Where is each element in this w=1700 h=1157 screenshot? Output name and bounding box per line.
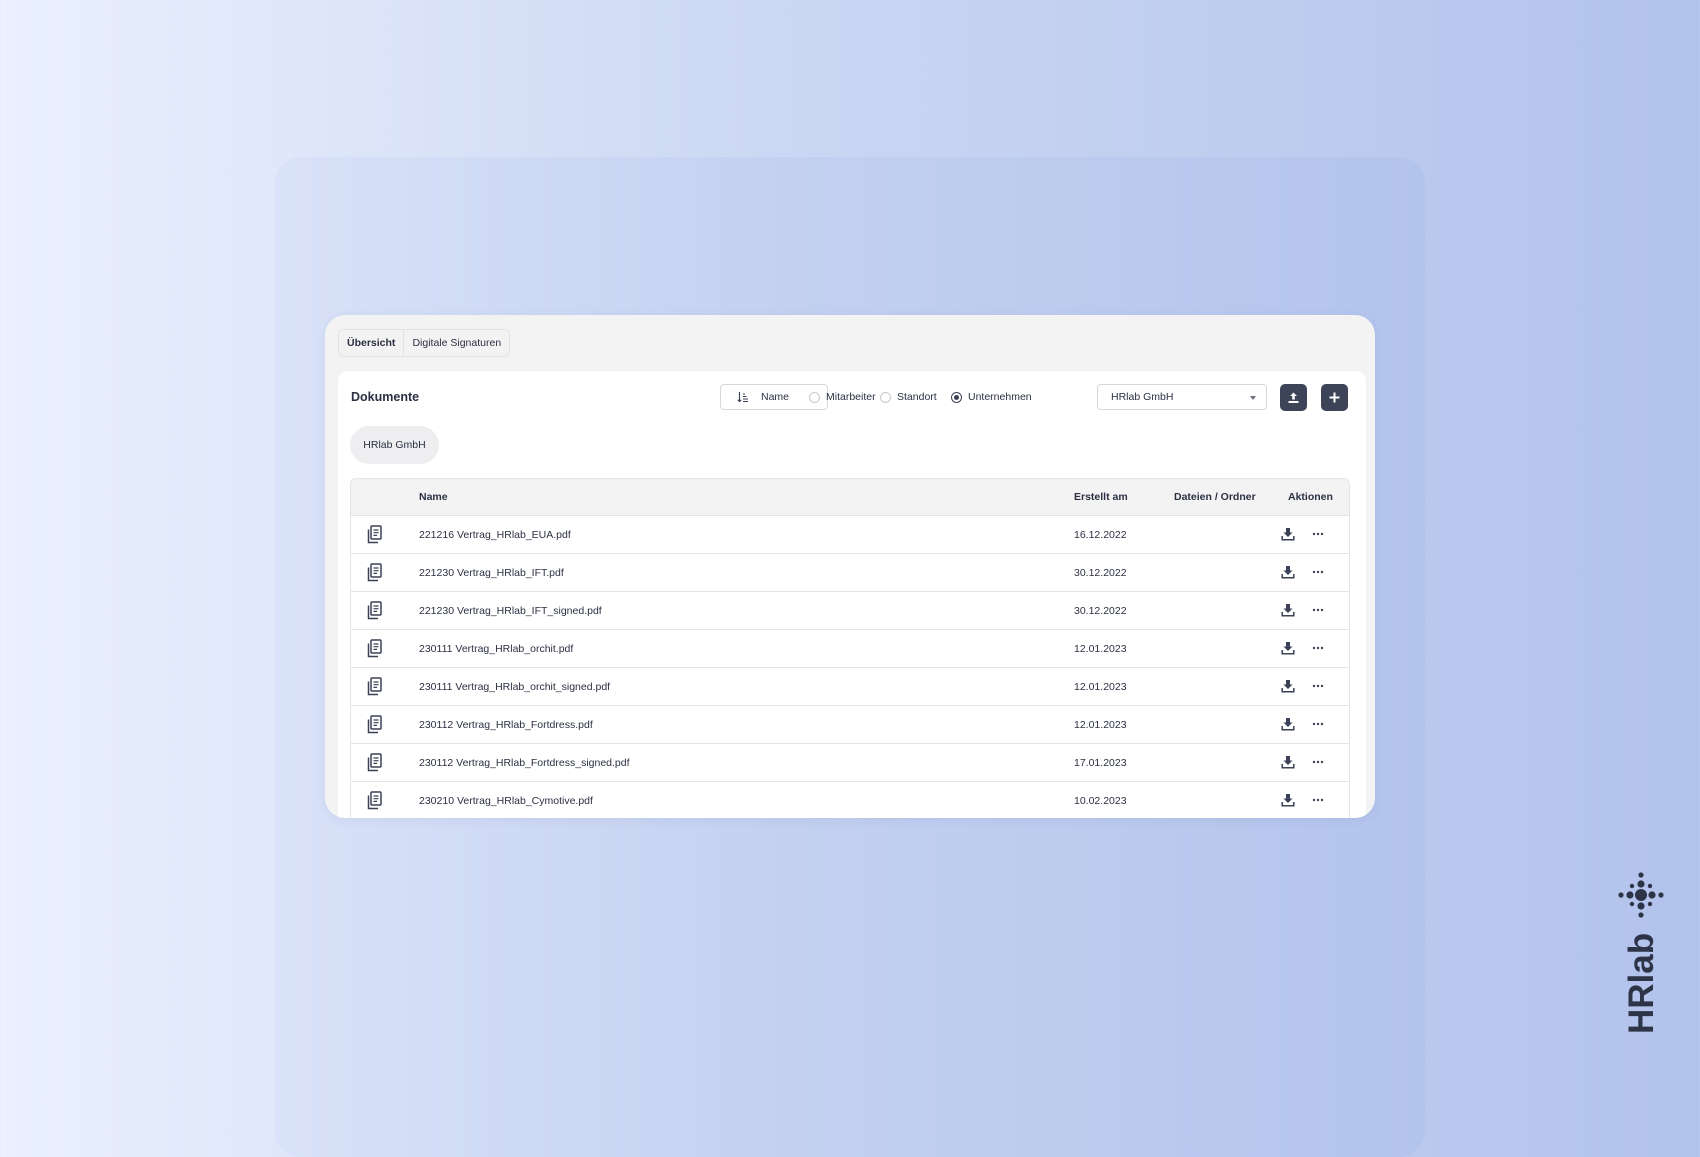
- document-name[interactable]: 230112 Vertrag_HRlab_Fortdress.pdf: [419, 719, 593, 731]
- table-row[interactable]: 221216 Vertrag_HRlab_EUA.pdf 16.12.2022: [351, 516, 1349, 554]
- upload-icon: [1288, 392, 1299, 403]
- document-icon: [367, 601, 382, 620]
- sort-ascending-icon: [737, 392, 748, 403]
- radio-label: Unternehmen: [968, 391, 1032, 403]
- hrlab-logo-text: HRlab: [1622, 933, 1661, 1034]
- radio-circle: [809, 391, 820, 403]
- download-icon[interactable]: [1281, 755, 1295, 769]
- document-date: 30.12.2022: [1074, 605, 1127, 617]
- document-icon: [367, 563, 382, 582]
- radio-unternehmen[interactable]: Unternehmen: [951, 390, 1032, 404]
- document-date: 12.01.2023: [1074, 643, 1127, 655]
- table-row[interactable]: 221230 Vertrag_HRlab_IFT.pdf 30.12.2022: [351, 554, 1349, 592]
- table-header: Name Erstellt am Dateien / Ordner Aktion…: [351, 479, 1349, 516]
- document-icon: [367, 791, 382, 810]
- download-icon[interactable]: [1281, 717, 1295, 731]
- document-name[interactable]: 221216 Vertrag_HRlab_EUA.pdf: [419, 529, 571, 541]
- radio-mitarbeiter[interactable]: Mitarbeiter: [809, 390, 876, 404]
- download-icon[interactable]: [1281, 679, 1295, 693]
- document-date: 16.12.2022: [1074, 529, 1127, 541]
- table-row[interactable]: 221230 Vertrag_HRlab_IFT_signed.pdf 30.1…: [351, 592, 1349, 630]
- upload-button[interactable]: [1280, 384, 1307, 411]
- document-name[interactable]: 230112 Vertrag_HRlab_Fortdress_signed.pd…: [419, 757, 630, 769]
- radio-circle: [880, 391, 891, 403]
- plus-icon: [1329, 392, 1340, 403]
- chevron-down-icon: [1250, 396, 1256, 400]
- document-name[interactable]: 221230 Vertrag_HRlab_IFT.pdf: [419, 567, 564, 579]
- more-options-icon[interactable]: [1311, 755, 1325, 769]
- breadcrumb-chip[interactable]: HRlab GmbH: [350, 426, 439, 464]
- document-date: 30.12.2022: [1074, 567, 1127, 579]
- sort-select-label: Name: [761, 391, 790, 403]
- hrlab-logo-mark: [1618, 872, 1664, 918]
- table-row[interactable]: 230210 Vertrag_HRlab_Cymotive.pdf 10.02.…: [351, 782, 1349, 818]
- company-select-value: HRlab GmbH: [1111, 391, 1174, 403]
- more-options-icon[interactable]: [1311, 641, 1325, 655]
- download-icon[interactable]: [1281, 641, 1295, 655]
- document-date: 12.01.2023: [1074, 681, 1127, 693]
- radio-circle-checked: [951, 391, 962, 403]
- documents-table: Name Erstellt am Dateien / Ordner Aktion…: [350, 478, 1350, 818]
- document-name[interactable]: 221230 Vertrag_HRlab_IFT_signed.pdf: [419, 605, 602, 617]
- document-icon: [367, 715, 382, 734]
- documents-window: Übersicht Digitale Signaturen Dokumente …: [325, 315, 1375, 818]
- document-date: 12.01.2023: [1074, 719, 1127, 731]
- download-icon[interactable]: [1281, 565, 1295, 579]
- download-icon[interactable]: [1281, 527, 1295, 541]
- table-row[interactable]: 230112 Vertrag_HRlab_Fortdress.pdf 12.01…: [351, 706, 1349, 744]
- document-date: 17.01.2023: [1074, 757, 1127, 769]
- tab-overview[interactable]: Übersicht: [339, 330, 405, 356]
- more-options-icon[interactable]: [1311, 717, 1325, 731]
- more-options-icon[interactable]: [1311, 565, 1325, 579]
- document-icon: [367, 677, 382, 696]
- document-icon: [367, 753, 382, 772]
- company-select[interactable]: HRlab GmbH: [1097, 384, 1267, 410]
- column-header-actions: Aktionen: [1288, 491, 1333, 503]
- radio-label: Standort: [897, 391, 937, 403]
- table-row[interactable]: 230111 Vertrag_HRlab_orchit_signed.pdf 1…: [351, 668, 1349, 706]
- radio-standort[interactable]: Standort: [880, 390, 937, 404]
- more-options-icon[interactable]: [1311, 527, 1325, 541]
- document-date: 10.02.2023: [1074, 795, 1127, 807]
- tab-bar: Übersicht Digitale Signaturen: [338, 329, 511, 357]
- more-options-icon[interactable]: [1311, 679, 1325, 693]
- column-header-files[interactable]: Dateien / Ordner: [1174, 491, 1256, 503]
- tab-digital-signatures[interactable]: Digitale Signaturen: [404, 330, 509, 356]
- panel-title: Dokumente: [351, 390, 420, 404]
- more-options-icon[interactable]: [1311, 793, 1325, 807]
- column-header-created[interactable]: Erstellt am: [1074, 491, 1128, 503]
- more-options-icon[interactable]: [1311, 603, 1325, 617]
- hrlab-logo: HRlab: [1618, 872, 1664, 1034]
- radio-label: Mitarbeiter: [826, 391, 876, 403]
- document-icon: [367, 639, 382, 658]
- download-icon[interactable]: [1281, 793, 1295, 807]
- add-button[interactable]: [1321, 384, 1348, 411]
- document-name[interactable]: 230210 Vertrag_HRlab_Cymotive.pdf: [419, 795, 593, 807]
- download-icon[interactable]: [1281, 603, 1295, 617]
- document-name[interactable]: 230111 Vertrag_HRlab_orchit_signed.pdf: [419, 681, 610, 693]
- documents-panel: Dokumente Name Mitarbeiter Standort Unte…: [338, 371, 1366, 818]
- document-icon: [367, 525, 382, 544]
- table-row[interactable]: 230111 Vertrag_HRlab_orchit.pdf 12.01.20…: [351, 630, 1349, 668]
- document-name[interactable]: 230111 Vertrag_HRlab_orchit.pdf: [419, 643, 573, 655]
- table-row[interactable]: 230112 Vertrag_HRlab_Fortdress_signed.pd…: [351, 744, 1349, 782]
- column-header-name[interactable]: Name: [419, 491, 448, 503]
